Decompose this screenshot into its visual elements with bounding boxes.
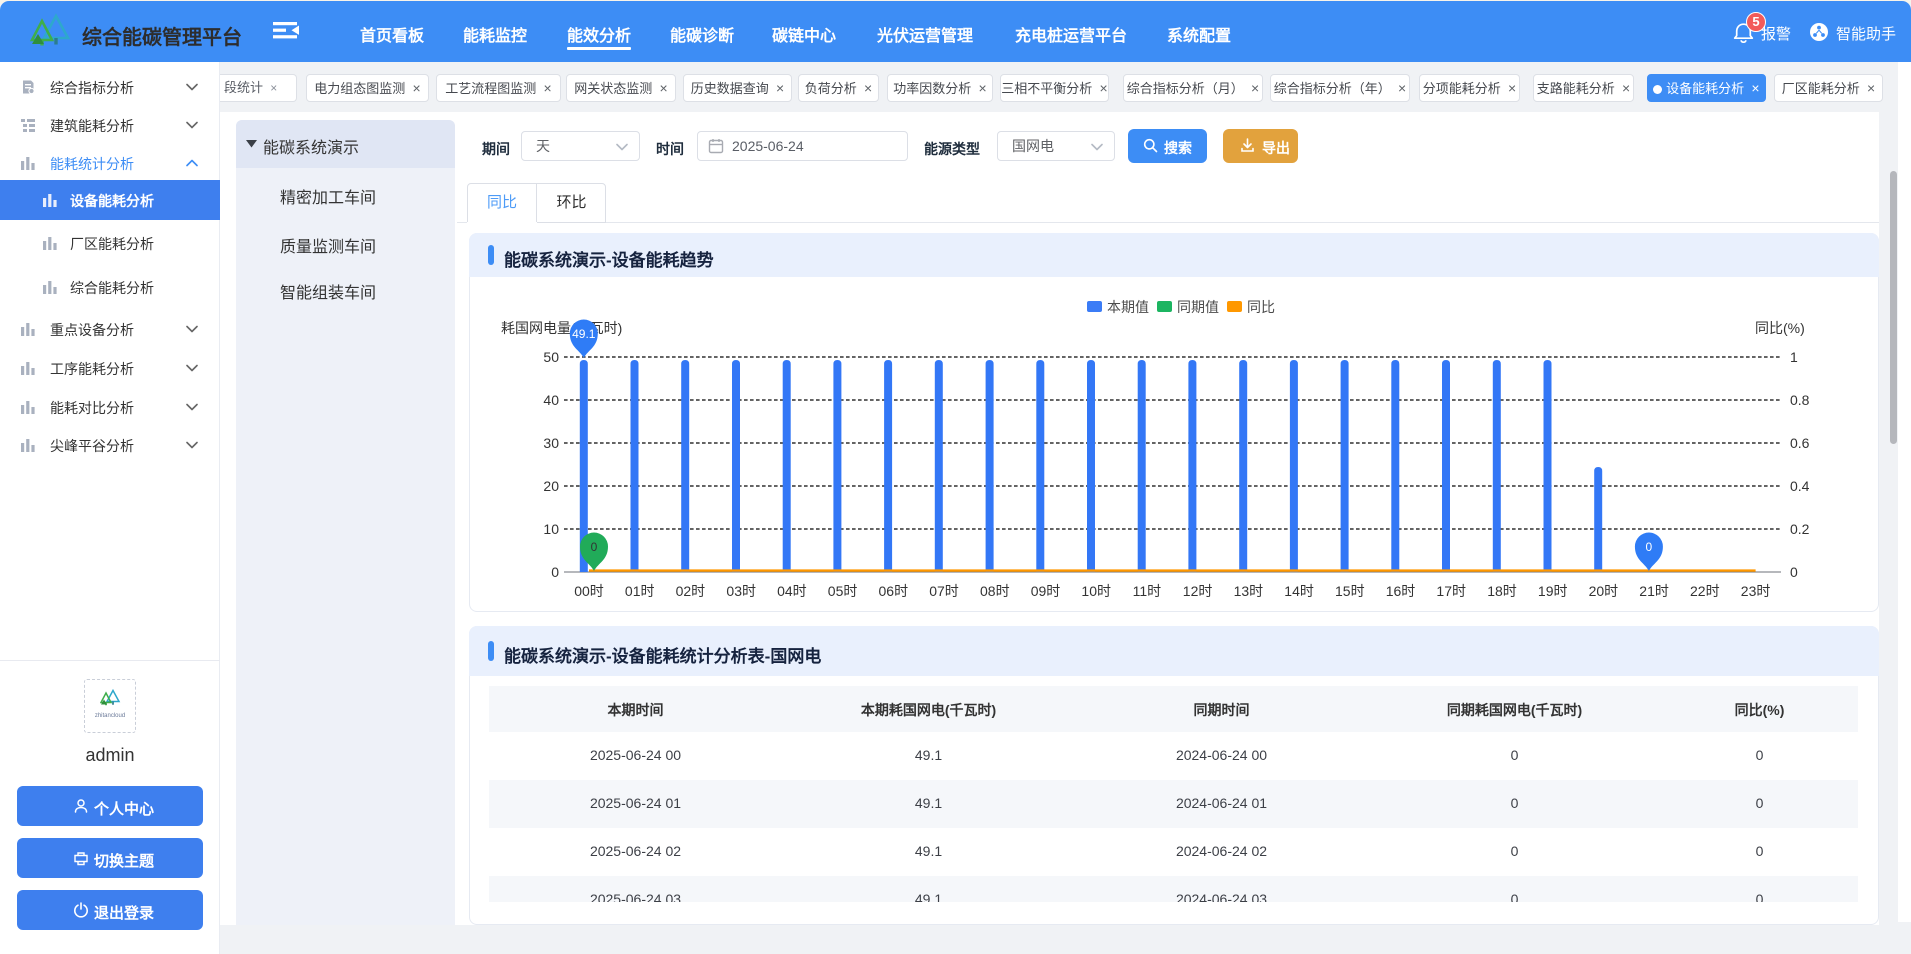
svg-text:10: 10 [543,521,559,537]
svg-text:05时: 05时 [828,583,858,599]
svg-text:20: 20 [543,478,559,494]
svg-text:耗国网电量(千瓦时): 耗国网电量(千瓦时) [501,320,622,336]
svg-text:同比: 同比 [1247,299,1275,315]
svg-text:09时: 09时 [1031,583,1061,599]
svg-text:0: 0 [591,540,598,554]
svg-text:10时: 10时 [1081,583,1111,599]
svg-text:17时: 17时 [1436,583,1466,599]
svg-text:23时: 23时 [1741,583,1771,599]
svg-text:19时: 19时 [1538,583,1568,599]
svg-text:本期值: 本期值 [1107,299,1149,315]
svg-text:16时: 16时 [1386,583,1416,599]
svg-text:07时: 07时 [929,583,959,599]
svg-text:0.4: 0.4 [1790,478,1810,494]
svg-text:12时: 12时 [1183,583,1213,599]
svg-text:03时: 03时 [726,583,756,599]
svg-text:40: 40 [543,392,559,408]
svg-text:0: 0 [551,564,559,580]
svg-text:13时: 13时 [1234,583,1264,599]
svg-text:30: 30 [543,435,559,451]
svg-text:14时: 14时 [1284,583,1314,599]
svg-text:01时: 01时 [625,583,655,599]
svg-text:11时: 11时 [1133,583,1162,599]
svg-text:0: 0 [1790,564,1798,580]
svg-text:00时: 00时 [574,583,604,599]
svg-text:15时: 15时 [1335,583,1365,599]
svg-text:21时: 21时 [1639,583,1669,599]
svg-text:08时: 08时 [980,583,1010,599]
svg-text:1: 1 [1790,349,1798,365]
svg-text:同期值: 同期值 [1177,299,1219,315]
svg-text:0.8: 0.8 [1790,392,1810,408]
svg-text:04时: 04时 [777,583,807,599]
svg-text:0.2: 0.2 [1790,521,1810,537]
svg-text:22时: 22时 [1690,583,1720,599]
svg-text:20时: 20时 [1589,583,1619,599]
svg-text:18时: 18时 [1487,583,1517,599]
svg-text:同比(%): 同比(%) [1755,320,1805,336]
svg-text:02时: 02时 [676,583,706,599]
svg-text:06时: 06时 [879,583,909,599]
svg-text:0: 0 [1646,540,1653,554]
svg-text:49.1: 49.1 [572,327,596,341]
svg-text:0.6: 0.6 [1790,435,1810,451]
svg-text:50: 50 [543,349,559,365]
